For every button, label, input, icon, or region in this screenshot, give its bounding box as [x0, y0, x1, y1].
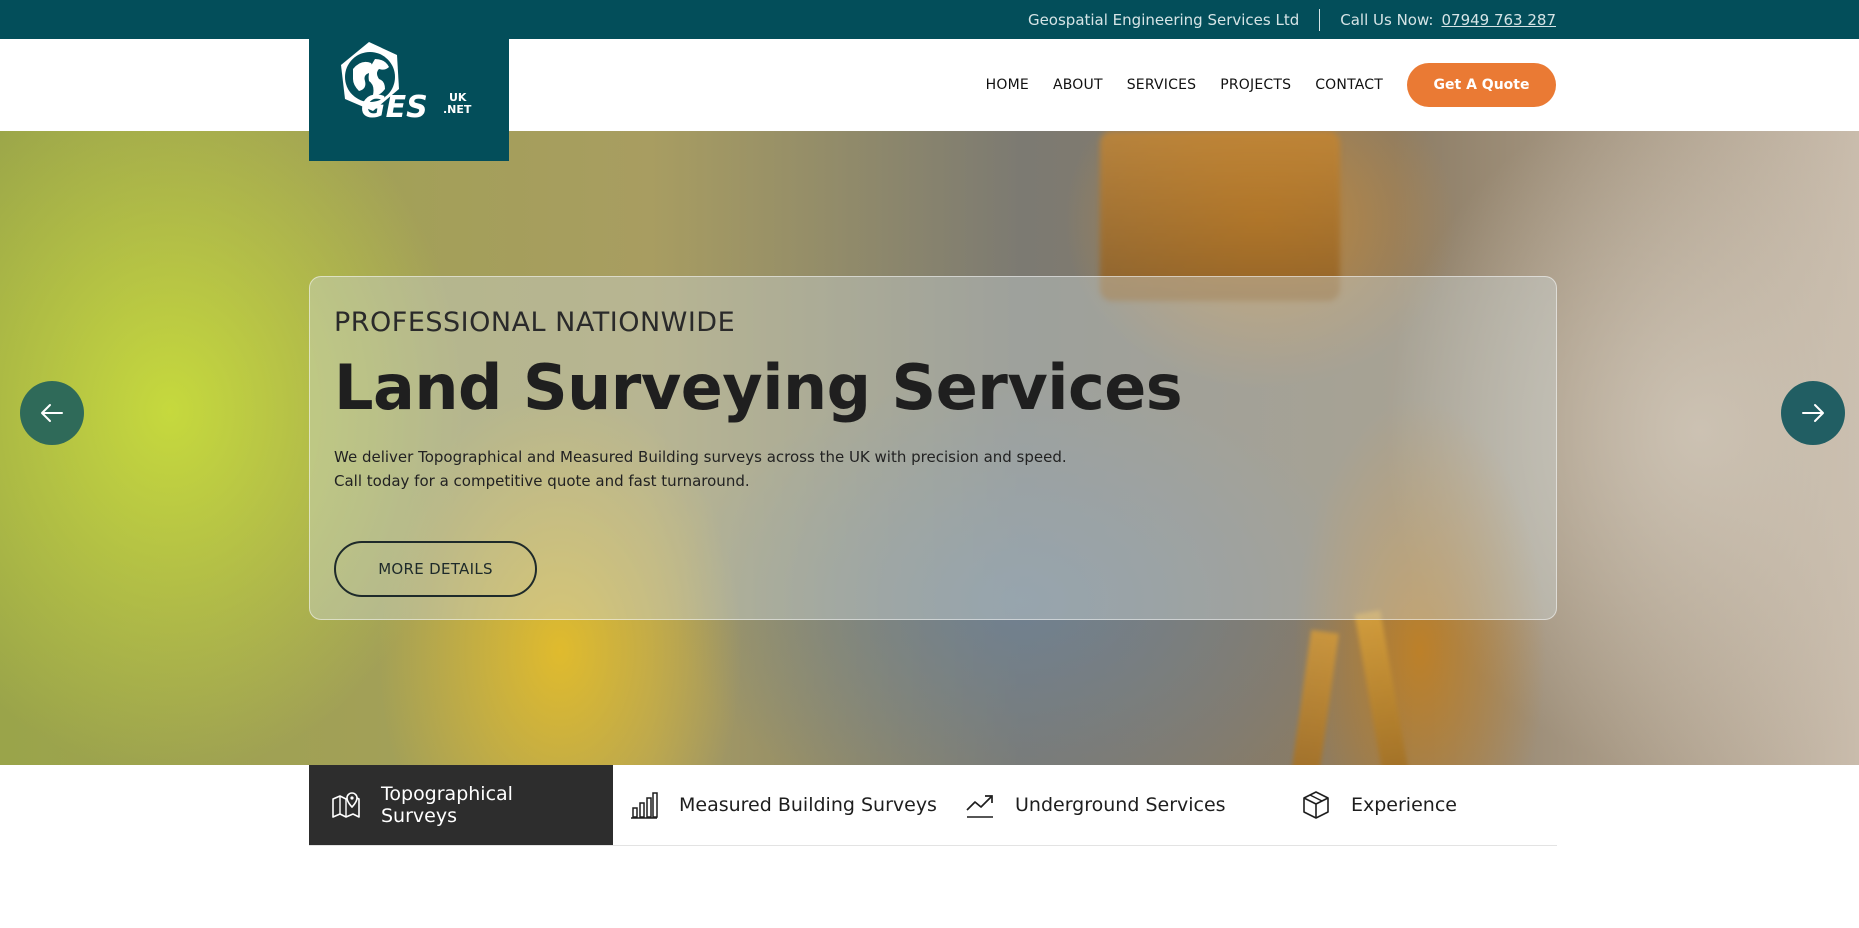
top-bar-contact: Geospatial Engineering Services Ltd Call…	[1028, 0, 1556, 39]
more-details-button[interactable]: MORE DETAILS	[334, 541, 537, 597]
nav-contact[interactable]: CONTACT	[1315, 77, 1383, 93]
bar-chart-icon	[629, 790, 659, 820]
tab-underground-services[interactable]: Underground Services	[965, 765, 1301, 845]
tab-measured-building-surveys[interactable]: Measured Building Surveys	[629, 765, 949, 845]
slider-prev-button[interactable]	[20, 381, 84, 445]
globe-hexagon-icon: GES UK .NET	[341, 42, 472, 125]
hero-description-line: We deliver Topographical and Measured Bu…	[334, 448, 1067, 466]
site-logo[interactable]: GES UK .NET	[309, 39, 509, 161]
tab-label: Underground Services	[1015, 794, 1226, 816]
service-tabs: Topographical Surveys Measured Building …	[309, 765, 1557, 846]
svg-text:GES: GES	[361, 90, 428, 125]
map-pin-icon	[331, 790, 361, 820]
tab-label: Topographical Surveys	[381, 783, 513, 827]
get-a-quote-button[interactable]: Get A Quote	[1407, 63, 1556, 107]
slider-next-button[interactable]	[1781, 381, 1845, 445]
cube-icon	[1301, 790, 1331, 820]
hero-description: We deliver Topographical and Measured Bu…	[334, 445, 1094, 493]
header	[0, 39, 1859, 131]
tab-experience[interactable]: Experience	[1301, 765, 1521, 845]
arrow-left-icon	[41, 404, 63, 422]
nav-home[interactable]: HOME	[986, 77, 1029, 93]
call-label: Call Us Now:	[1340, 10, 1434, 29]
hero-description-line: Call today for a competitive quote and f…	[334, 472, 750, 490]
main-nav: HOME ABOUT SERVICES PROJECTS CONTACT Get…	[986, 63, 1556, 107]
nav-services[interactable]: SERVICES	[1127, 77, 1197, 93]
arrow-right-icon	[1802, 404, 1824, 422]
hero-background-tripod	[1289, 629, 1339, 765]
tab-label: Measured Building Surveys	[679, 794, 937, 816]
tab-label: Experience	[1351, 794, 1457, 816]
svg-text:.NET: .NET	[443, 103, 472, 116]
company-name: Geospatial Engineering Services Ltd	[1027, 10, 1300, 29]
trend-up-icon	[965, 790, 995, 820]
hero-background-tripod	[1354, 610, 1412, 765]
nav-about[interactable]: ABOUT	[1053, 77, 1103, 93]
hero-subtitle: PROFESSIONAL NATIONWIDE	[334, 307, 736, 338]
top-bar-divider	[1319, 8, 1321, 31]
hero-title: Land Surveying Services	[334, 351, 1183, 424]
nav-projects[interactable]: PROJECTS	[1220, 77, 1291, 93]
top-bar: Geospatial Engineering Services Ltd Call…	[0, 0, 1859, 39]
phone-link[interactable]: 07949 763 287	[1441, 11, 1556, 29]
hero-card: PROFESSIONAL NATIONWIDE Land Surveying S…	[309, 276, 1557, 620]
tab-topographical-surveys[interactable]: Topographical Surveys	[309, 765, 613, 845]
